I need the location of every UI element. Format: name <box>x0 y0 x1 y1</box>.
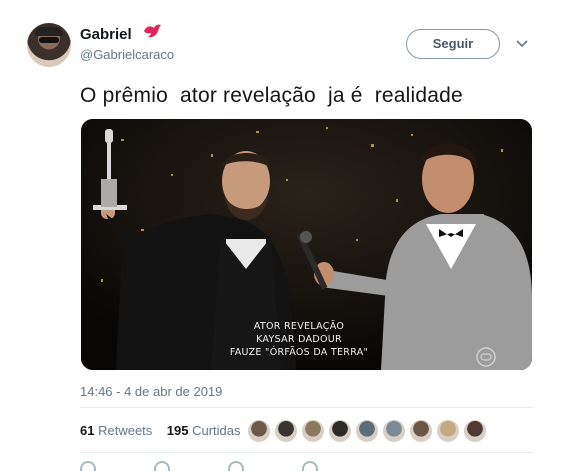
display-name[interactable]: Gabriel <box>80 26 132 43</box>
likes-stat[interactable]: 195 Curtidas <box>167 423 241 438</box>
red-bird-icon <box>144 24 161 38</box>
avatar[interactable] <box>27 23 71 67</box>
caption-line-1: ATOR REVELAÇÃO <box>253 321 345 332</box>
liker-avatars <box>247 419 487 443</box>
liker-avatar[interactable] <box>247 419 271 443</box>
liker-avatar[interactable] <box>274 419 298 443</box>
message-icon[interactable] <box>302 461 318 471</box>
retweets-count: 61 <box>80 423 95 438</box>
liker-avatar[interactable] <box>436 419 460 443</box>
divider <box>80 407 533 408</box>
liker-avatar[interactable] <box>382 419 406 443</box>
caption-line-2: KAYSAR DADOUR <box>256 334 342 345</box>
liker-avatar[interactable] <box>463 419 487 443</box>
tweet-actions <box>80 461 318 471</box>
avatar-glasses <box>39 37 59 43</box>
tweet-text: O prêmio ator revelação ja é realidade <box>80 84 463 107</box>
likes-count: 195 <box>166 423 189 438</box>
likes-label: Curtidas <box>192 423 241 438</box>
avatar-cap <box>35 27 63 36</box>
liker-avatar[interactable] <box>355 419 379 443</box>
reply-icon[interactable] <box>80 461 96 471</box>
liker-avatar[interactable] <box>301 419 325 443</box>
caption-line-3: FAUZE "ÓRFÃOS DA TERRA" <box>229 347 369 358</box>
media-caption: ATOR REVELAÇÃO KAYSAR DADOUR FAUZE "ÓRFÃ… <box>81 320 477 359</box>
retweets-stat[interactable]: 61 Retweets <box>80 423 152 438</box>
follow-button[interactable]: Seguir <box>406 29 500 59</box>
tweet-media[interactable]: ATOR REVELAÇÃO KAYSAR DADOUR FAUZE "ÓRFÃ… <box>81 119 532 370</box>
chevron-down-icon[interactable] <box>515 36 529 50</box>
liker-avatar[interactable] <box>409 419 433 443</box>
divider <box>80 452 533 453</box>
like-icon[interactable] <box>228 461 244 471</box>
engagement-stats: 61 Retweets 195 Curtidas <box>80 423 241 438</box>
user-handle[interactable]: @Gabrielcaraco <box>80 47 174 62</box>
retweets-label: Retweets <box>98 423 153 438</box>
retweet-icon[interactable] <box>154 461 170 471</box>
timestamp[interactable]: 14:46 - 4 de abr de 2019 <box>80 384 222 399</box>
liker-avatar[interactable] <box>328 419 352 443</box>
